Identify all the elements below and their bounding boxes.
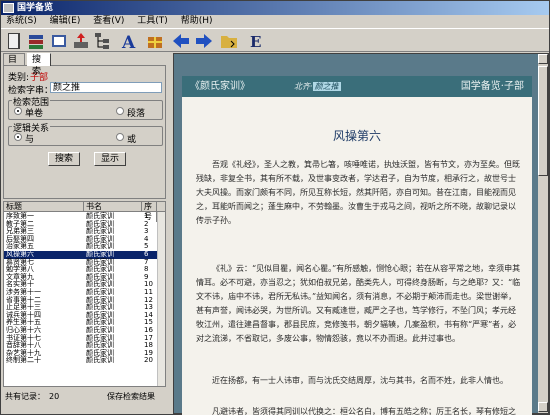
paragraph-2: 《礼》云：“见似目瞿，闻名心瞿。”有所感触，恻怆心眼；若在从容平常之地，幸须申其… [196,264,521,343]
menu-edit[interactable]: 编辑(E) [45,15,86,28]
search-panel: 类别: 子部 检索字串： 颜之推 检索范围 单卷 段落 逻辑关系 与 或 搜索 … [3,65,166,199]
record-count: 20 [49,392,60,401]
save-results-link[interactable]: 保存检索结果 [107,391,155,403]
scope-paragraph-label: 段落 [127,109,146,119]
logic-radio-or[interactable] [116,133,124,141]
scope-radio-volume[interactable] [14,107,22,115]
book-stack-icon[interactable] [26,31,46,51]
folder-icon[interactable] [219,31,239,51]
gift-icon[interactable] [145,31,165,51]
row-book: 颜氏家训 [86,356,114,365]
download-icon[interactable] [71,31,91,51]
document-icon[interactable] [49,31,69,51]
show-button[interactable]: 显示 [94,152,126,166]
app-window: 国学备览 系统(S) 编辑(E) 查看(V) 工具(T) 帮助(H) A E 目… [0,0,550,415]
row-num: 20 [144,356,153,365]
title-bar: 国学备览 [1,1,549,15]
category-label: 类别: [8,73,30,83]
chapter-title: 风操第六 [332,129,381,143]
reader-header: 《颜氏家训》 北齐· 颜之推 国学备览·子部 [182,76,532,97]
font-icon[interactable]: A [119,31,139,53]
header-title[interactable]: 标题 [4,202,84,212]
menu-tools[interactable]: 工具(T) [132,15,173,28]
tab-search[interactable]: 搜索 [27,53,51,77]
back-arrow-icon[interactable] [171,31,191,51]
logic-and-label: 与 [25,135,35,145]
reader-scrollbar[interactable] [538,54,548,413]
menu-view[interactable]: 查看(V) [88,15,129,28]
menu-help[interactable]: 帮助(H) [176,15,218,28]
results-list: 标题 书名 序号 序致第一 颜氏家训 1 教子第二 颜氏家训 2 兄弟第三 颜氏家训 3 后娶第四… [3,201,166,387]
reader-page: 《颜氏家训》 北齐· 颜之推 国学备览·子部 风操第六 吾观《礼经》，圣人之教，箕… [182,76,532,415]
results-header: 标题 书名 序号 [4,202,165,222]
site-label: 国学备览·子部 [460,81,524,92]
author-name: 颜之推 [312,82,341,91]
scope-volume-label: 单卷 [25,109,44,119]
menu-system[interactable]: 系统(S) [1,15,42,28]
window-title: 国学备览 [17,3,54,13]
scope-radio-paragraph[interactable] [116,107,124,115]
paragraph-1: 吾观《礼经》，圣人之教，箕帚匕箸，咳唾唯诺，执烛沃盥，皆有节文，亦为至矣。但既残… [196,160,520,225]
row-title: 终制第二十 [6,356,41,365]
scroll-down-icon[interactable] [538,402,548,412]
svg-text:E: E [250,33,261,51]
logic-or-label: 或 [127,135,137,145]
book-icon[interactable] [4,31,24,51]
reader-pane: 《颜氏家训》 北齐· 颜之推 国学备览·子部 风操第六 吾观《礼经》，圣人之教，箕… [173,53,549,415]
paragraph-3: 近在扬都，有一士人讳审，而与沈氏交结周厚，沈与其书，名而不姓，此非人情也。 [212,376,508,385]
status-bar: 共有记录： 20 保存检索结果 [3,391,166,403]
svg-text:A: A [121,33,136,51]
tree-icon[interactable] [93,31,113,51]
menu-bar: 系统(S) 编辑(E) 查看(V) 工具(T) 帮助(H) [1,15,549,28]
paragraph-4: 凡避讳者，皆须得其同训以代换之：桓公名白，博有五皓之称；厉王名长，琴有修短之目。… [212,407,516,415]
keyword-input[interactable]: 颜之推 [50,82,162,93]
scroll-up-icon[interactable] [538,54,548,64]
results-scrollbar[interactable] [157,212,165,386]
forward-arrow-icon[interactable] [194,31,214,51]
search-pane: 目录 搜索 类别: 子部 检索字串： 颜之推 检索范围 单卷 段落 逻辑关系 与… [1,53,169,414]
table-row[interactable]: 终制第二十 颜氏家训 20 [4,357,165,365]
search-button[interactable]: 搜索 [48,152,80,166]
app-icon [3,3,14,13]
record-count-label: 共有记录： [5,392,45,401]
author-prefix: 北齐· [294,82,313,91]
results-rows: 序致第一 颜氏家训 1 教子第二 颜氏家训 2 兄弟第三 颜氏家训 3 后娶第四 颜氏家训 4 治家第五… [4,212,165,365]
author-line: 北齐· 颜之推 [294,76,341,97]
header-book[interactable]: 书名 [84,202,142,212]
toolbar: A E [1,28,549,53]
e-icon[interactable]: E [245,31,265,51]
scroll-thumb[interactable] [538,66,548,176]
tab-catalog[interactable]: 目录 [3,53,25,77]
logic-radio-and[interactable] [14,133,22,141]
book-title: 《颜氏家训》 [190,81,250,92]
